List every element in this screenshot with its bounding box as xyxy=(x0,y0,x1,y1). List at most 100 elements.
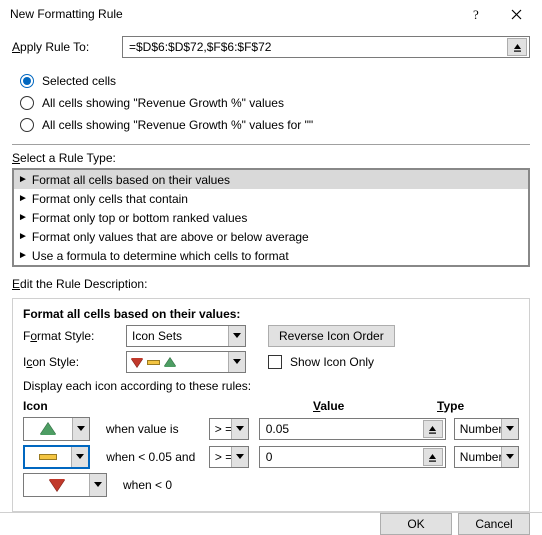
format-style-row: Format Style: Icon Sets Reverse Icon Ord… xyxy=(23,325,519,347)
yellow-bar-icon xyxy=(25,454,71,460)
icon-style-preview xyxy=(127,358,228,367)
help-button[interactable]: ? xyxy=(456,0,496,28)
scope-option-all-values-for[interactable]: All cells showing "Revenue Growth %" val… xyxy=(20,114,530,136)
col-op-spacer xyxy=(253,399,313,413)
svg-text:?: ? xyxy=(473,7,479,21)
scope-option-label: Selected cells xyxy=(42,74,116,88)
scope-option-selected-cells[interactable]: Selected cells xyxy=(20,70,530,92)
icon-style-combo[interactable] xyxy=(126,351,246,373)
reverse-icon-order-button[interactable]: Reverse Icon Order xyxy=(268,325,395,347)
rule-type-item[interactable]: ► Format all cells based on their values xyxy=(14,170,528,189)
rule-condition-text: when value is xyxy=(106,422,209,436)
icon-style-row: Icon Style: Show Icon Only xyxy=(23,351,519,373)
scope-radio-group: Selected cells All cells showing "Revenu… xyxy=(12,64,530,142)
bullet-icon: ► xyxy=(18,213,28,223)
scope-option-all-values[interactable]: All cells showing "Revenue Growth %" val… xyxy=(20,92,530,114)
operator-combo[interactable]: > = xyxy=(209,446,249,468)
green-up-triangle-icon xyxy=(164,358,176,367)
red-down-triangle-icon xyxy=(24,479,89,491)
value-input[interactable] xyxy=(264,420,423,438)
cancel-button[interactable]: Cancel xyxy=(458,513,530,535)
operator-value: > = xyxy=(210,450,231,464)
type-value: Number xyxy=(455,450,501,464)
arrow-up-icon xyxy=(427,452,438,463)
collapse-dialog-button[interactable] xyxy=(507,38,527,56)
type-value: Number xyxy=(455,422,501,436)
collapse-dialog-button[interactable] xyxy=(423,448,443,466)
chevron-down-icon xyxy=(501,419,518,439)
rule-type-item[interactable]: ►Format only cells that contain xyxy=(14,189,528,208)
rules-header: Icon Value Type xyxy=(23,399,519,413)
radio-indicator xyxy=(20,96,34,110)
rule-type-list[interactable]: ►Format all cells based on their values … xyxy=(12,168,530,267)
yellow-bar-icon xyxy=(147,360,160,365)
radio-indicator xyxy=(20,118,34,132)
dialog-body: Apply Rule To: Selected cells All cells … xyxy=(0,28,542,512)
rule-type-item-label: Format all cells based on their values xyxy=(32,173,230,187)
icon-select[interactable] xyxy=(23,445,90,469)
rule-condition-text: when < 0.05 and xyxy=(106,450,209,464)
chevron-down-icon xyxy=(72,418,89,440)
chevron-down-icon xyxy=(231,419,248,439)
arrow-up-icon xyxy=(427,424,438,435)
format-style-combo[interactable]: Icon Sets xyxy=(126,325,246,347)
rule-type-item-label: Format only top or bottom ranked values xyxy=(32,211,247,225)
rule-type-item-label: Format only values that are above or bel… xyxy=(32,230,309,244)
scope-option-label: All cells showing "Revenue Growth %" val… xyxy=(42,118,313,132)
rules-caption: Display each icon according to these rul… xyxy=(23,379,519,393)
bullet-icon: ► xyxy=(18,175,28,185)
col-icon-header: Icon xyxy=(23,399,123,413)
radio-indicator xyxy=(20,74,34,88)
apply-rule-range-input[interactable] xyxy=(127,38,507,56)
col-cond-spacer xyxy=(123,399,253,413)
icon-select[interactable] xyxy=(23,417,90,441)
format-style-value: Icon Sets xyxy=(127,329,228,343)
operator-combo[interactable]: > = xyxy=(209,418,249,440)
type-combo[interactable]: Number xyxy=(454,446,519,468)
divider xyxy=(12,144,530,145)
rule-type-item-label: Format only cells that contain xyxy=(32,192,188,206)
value-input[interactable] xyxy=(264,448,423,466)
chevron-down-icon xyxy=(501,447,518,467)
rule-description-heading: Format all cells based on their values: xyxy=(23,307,519,321)
type-combo[interactable]: Number xyxy=(454,418,519,440)
rule-type-item-label: Use a formula to determine which cells t… xyxy=(32,249,289,263)
bullet-icon: ► xyxy=(18,251,28,261)
ok-button[interactable]: OK xyxy=(380,513,452,535)
value-field[interactable] xyxy=(259,418,446,440)
icon-rule-row: when value is > = Number xyxy=(23,417,519,441)
chevron-down-icon xyxy=(71,447,88,467)
arrow-up-icon xyxy=(512,42,523,53)
close-icon xyxy=(511,9,522,20)
apply-rule-range-field[interactable] xyxy=(122,36,530,58)
show-icon-only-checkbox[interactable] xyxy=(268,355,282,369)
operator-value: > = xyxy=(210,422,231,436)
apply-rule-label: Apply Rule To: xyxy=(12,40,114,54)
window-title: New Formatting Rule xyxy=(10,7,456,21)
show-icon-only-label: Show Icon Only xyxy=(290,355,374,369)
rule-type-item[interactable]: ► Format only top or bottom ranked values xyxy=(14,208,528,227)
dialog-new-formatting-rule: New Formatting Rule ? Apply Rule To: Sel… xyxy=(0,0,542,524)
col-value-header: Value xyxy=(313,399,429,413)
rule-description-group: Format all cells based on their values: … xyxy=(12,298,530,512)
chevron-down-icon xyxy=(228,352,245,372)
help-icon: ? xyxy=(470,7,482,21)
green-up-triangle-icon xyxy=(24,423,72,435)
icon-style-label: Icon Style: xyxy=(23,355,118,369)
chevron-down-icon xyxy=(231,447,248,467)
rule-condition-text: when < 0 xyxy=(123,478,253,492)
collapse-dialog-button[interactable] xyxy=(423,420,443,438)
bullet-icon: ► xyxy=(18,232,28,242)
rule-type-label: Select a Rule Type: xyxy=(12,151,530,165)
rule-description-label: Edit the Rule Description: xyxy=(12,277,530,291)
rule-type-item[interactable]: ► Format only values that are above or be… xyxy=(14,227,528,246)
scope-option-label: All cells showing "Revenue Growth %" val… xyxy=(42,96,284,110)
icon-rule-row: when < 0 xyxy=(23,473,519,497)
chevron-down-icon xyxy=(228,326,245,346)
format-style-label: Format Style: xyxy=(23,329,118,343)
value-field[interactable] xyxy=(259,446,446,468)
icon-select[interactable] xyxy=(23,473,107,497)
chevron-down-icon xyxy=(89,474,106,496)
rule-type-item[interactable]: ► Use a formula to determine which cells … xyxy=(14,246,528,265)
close-button[interactable] xyxy=(496,0,536,28)
